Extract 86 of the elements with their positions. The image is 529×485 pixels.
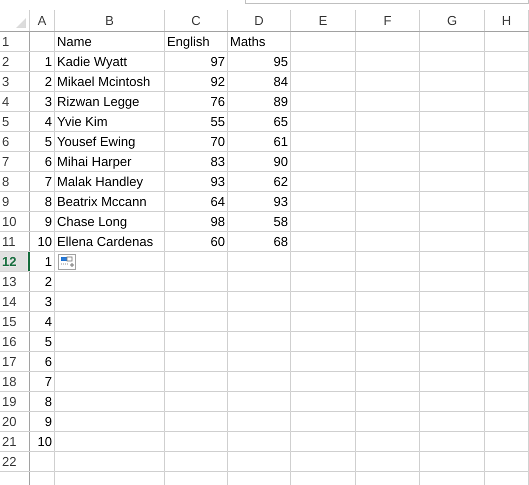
column-header[interactable]: D [228,10,291,31]
cell-text: 2 [44,272,52,291]
column-header[interactable]: C [165,10,228,31]
column-header[interactable]: B [55,10,165,31]
row-header[interactable]: 18 [0,372,30,391]
cell-text: 5 [44,132,52,151]
cell-text: 4 [44,112,52,131]
cell-text: Maths [230,32,266,51]
row-header[interactable]: 1 [0,32,30,51]
cell-text: 10 [38,232,52,251]
cell-text: 61 [274,132,288,151]
cell-text: 7 [44,372,52,391]
row-header[interactable]: 7 [0,152,30,171]
cell-text: 10 [38,432,52,451]
cell-text: 1 [44,52,52,71]
cell-text: 97 [210,52,225,71]
cell-text: 90 [274,152,288,171]
row-header[interactable]: 16 [0,332,30,351]
row-header[interactable]: 21 [0,432,30,451]
cell-text: 89 [274,92,288,111]
cell-text: 2 [44,72,52,91]
row-header[interactable]: 13 [0,272,30,291]
cell-text: 62 [274,172,288,191]
cell-text: 3 [44,92,52,111]
row-header[interactable]: 10 [0,212,30,231]
cell-text: 4 [44,312,52,331]
row-header[interactable]: 9 [0,192,30,211]
cell-text: 9 [44,412,52,431]
row-header[interactable]: 17 [0,352,30,371]
cell-text: Mihai Harper [57,152,132,171]
cell-text: 68 [274,232,288,251]
cell-text: 55 [210,112,225,131]
row-header[interactable]: 14 [0,292,30,311]
row-header[interactable]: 8 [0,172,30,191]
row-header[interactable]: 12 [0,252,30,271]
cell-text: 83 [210,152,225,171]
cell-text: 8 [44,392,52,411]
column-header[interactable]: E [291,10,356,31]
row-header[interactable]: 4 [0,92,30,111]
paste-options-icon[interactable] [58,254,76,270]
row-header[interactable]: 22 [0,452,30,471]
cell-text: Malak Handley [57,172,143,191]
column-header[interactable]: G [420,10,485,31]
cell-text: Kadie Wyatt [57,52,127,71]
cell-text: 6 [44,352,52,371]
formula-bar[interactable] [245,0,529,4]
cell-text: 98 [210,212,225,231]
cell-text: 1 [44,252,52,271]
cell-text: 64 [210,192,225,211]
cell-text: 65 [274,112,288,131]
row-header[interactable]: 20 [0,412,30,431]
cell-text: Chase Long [57,212,128,231]
row-header[interactable]: 2 [0,52,30,71]
cell-text: 60 [210,232,225,251]
cell-text: Mikael Mcintosh [57,72,150,91]
row-header[interactable]: 11 [0,232,30,251]
cell-text: 5 [44,332,52,351]
cell-text: 3 [44,292,52,311]
cell-text: Yousef Ewing [57,132,136,151]
cell-text: 70 [210,132,225,151]
cell-text: Name [57,32,92,51]
corner-triangle-icon [16,18,26,28]
row-header[interactable]: 6 [0,132,30,151]
cell-text: English [167,32,210,51]
cell-text: 84 [274,72,288,91]
cell-text: Ellena Cardenas [57,232,154,251]
row-header[interactable]: 19 [0,392,30,411]
cell-text: 93 [274,192,288,211]
row-header[interactable]: 5 [0,112,30,131]
cell-text: 92 [210,72,225,91]
cell-text: 8 [44,192,52,211]
cell-text: 93 [210,172,225,191]
cell-text: Rizwan Legge [57,92,140,111]
row-header[interactable]: 3 [0,72,30,91]
cell-text: 58 [274,212,288,231]
cell-text: Yvie Kim [57,112,108,131]
column-header[interactable]: F [356,10,420,31]
cell-text: 7 [44,172,52,191]
column-header[interactable]: H [485,10,529,31]
cell-text: 76 [210,92,225,111]
cell-text: 95 [274,52,288,71]
cell-text: Beatrix Mccann [57,192,147,211]
cell-text: 9 [44,212,52,231]
row-header[interactable]: 15 [0,312,30,331]
cell-text: 6 [44,152,52,171]
column-header[interactable]: A [30,10,55,31]
